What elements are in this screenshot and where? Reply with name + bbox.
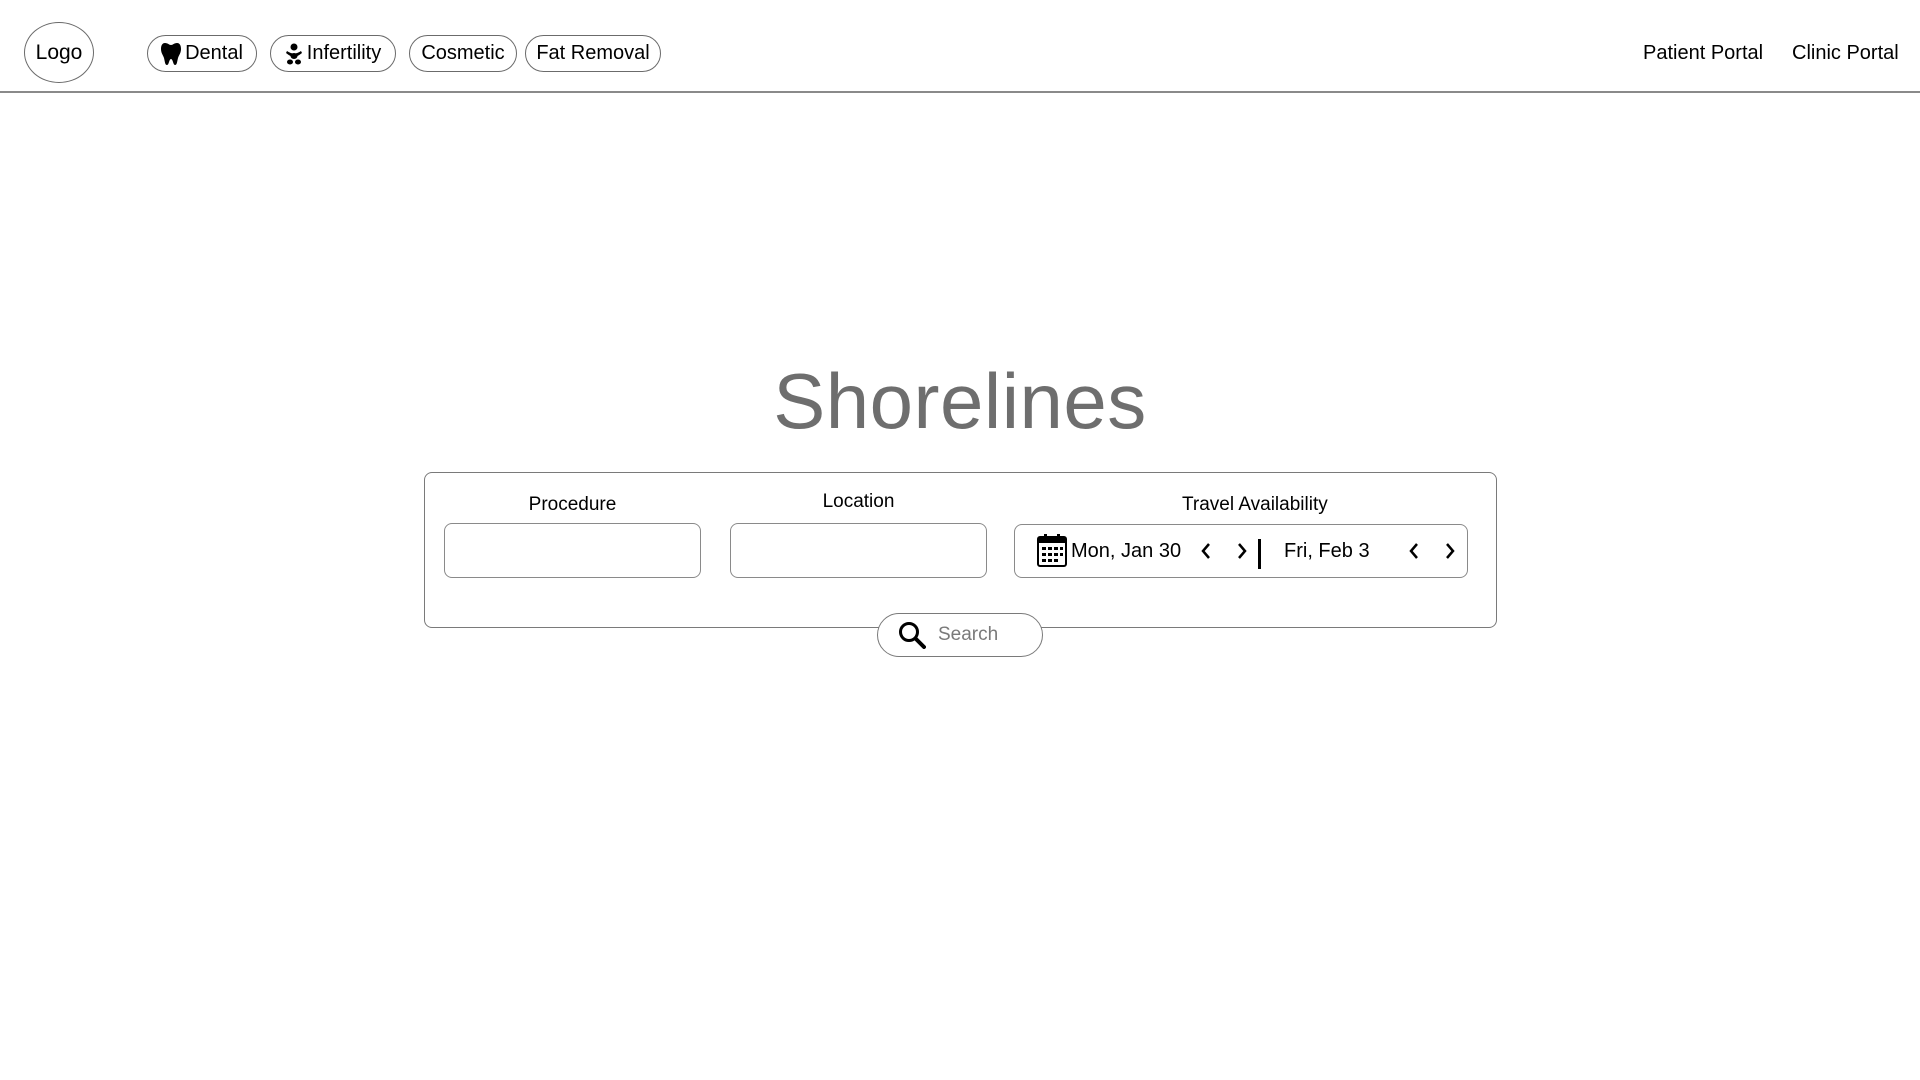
- category-label: Cosmetic: [421, 42, 505, 64]
- category-pill-cosmetic[interactable]: Cosmetic: [409, 35, 517, 72]
- travel-availability-label: Travel Availability: [1182, 494, 1328, 515]
- chevron-right-icon[interactable]: [1230, 538, 1254, 564]
- search-button-label: Search: [938, 624, 999, 645]
- chevron-right-icon[interactable]: [1438, 538, 1462, 564]
- clinic-portal-link[interactable]: Clinic Portal: [1792, 42, 1899, 65]
- category-label: Fat Removal: [536, 42, 650, 64]
- logo[interactable]: Logo: [24, 22, 94, 83]
- category-label: Infertility: [306, 42, 382, 64]
- baby-icon: [285, 43, 303, 65]
- patient-portal-link[interactable]: Patient Portal: [1643, 42, 1763, 65]
- location-label: Location: [822, 491, 895, 512]
- search-button[interactable]: Search: [877, 613, 1043, 657]
- page-title: Shorelines: [773, 357, 1147, 445]
- category-pill-dental[interactable]: Dental: [147, 35, 257, 72]
- tooth-icon: [161, 42, 182, 66]
- category-pill-infertility[interactable]: Infertility: [270, 35, 396, 72]
- start-date[interactable]: Mon, Jan 30: [1071, 540, 1181, 563]
- chevron-left-icon[interactable]: [1402, 538, 1426, 564]
- procedure-input[interactable]: [444, 523, 701, 578]
- location-input[interactable]: [730, 523, 987, 578]
- logo-label: Logo: [35, 40, 83, 64]
- date-divider: [1258, 539, 1261, 569]
- end-date[interactable]: Fri, Feb 3: [1284, 540, 1370, 563]
- calendar-icon[interactable]: [1037, 534, 1067, 572]
- search-icon: [898, 621, 926, 649]
- chevron-left-icon[interactable]: [1194, 538, 1218, 564]
- header-divider: [0, 91, 1920, 93]
- category-pill-fat-removal[interactable]: Fat Removal: [525, 35, 661, 72]
- procedure-label: Procedure: [528, 494, 617, 515]
- category-label: Dental: [185, 42, 243, 64]
- travel-date-range: Mon, Jan 30 Fri, Feb 3: [1014, 524, 1468, 578]
